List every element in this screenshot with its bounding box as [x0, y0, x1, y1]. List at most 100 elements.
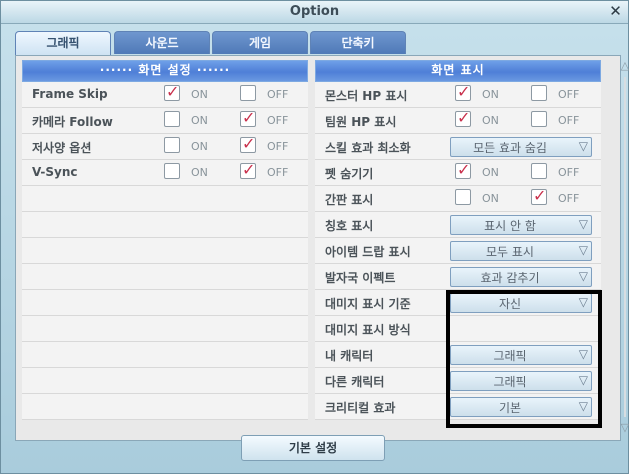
- right-label: 몬스터 HP 표시: [325, 89, 408, 103]
- chevron-down-icon[interactable]: ▽: [579, 139, 588, 153]
- screen-display-column: 화면 표시 몬스터 HP 표시 ✓ ON OFF 팀원 HP 표시 ✓ ON OFF 스킬 효과…: [315, 60, 601, 420]
- right-row: 아이템 드랍 표시 모두 표시 ▽: [315, 238, 601, 264]
- checkmark-icon: ✓: [242, 108, 256, 127]
- on-checkbox[interactable]: ✓: [164, 82, 180, 101]
- scrollbar[interactable]: △ ▽: [617, 60, 629, 434]
- right-row: 대미지 표시 기준 자신 ▽: [315, 290, 601, 316]
- close-icon[interactable]: ✕: [607, 3, 624, 20]
- title-bar: Option ✕: [1, 1, 628, 24]
- on-checkbox[interactable]: [455, 189, 471, 205]
- dropdown-value: 모든 효과 숨김: [473, 141, 547, 155]
- left-row: 저사양 옵션 ON ✓ OFF: [22, 134, 308, 160]
- on-option-label: ON: [482, 114, 499, 127]
- dropdown[interactable]: 표시 안 함 ▽: [450, 215, 592, 235]
- on-checkbox[interactable]: ✓: [455, 160, 471, 179]
- off-option-label: OFF: [267, 114, 289, 127]
- on-checkbox[interactable]: [164, 137, 180, 153]
- dropdown[interactable]: 기본 ▽: [450, 397, 592, 417]
- checkmark-icon: ✓: [533, 186, 547, 205]
- on-checkbox[interactable]: ✓: [455, 82, 471, 101]
- off-option-label: OFF: [558, 114, 580, 127]
- tab-game[interactable]: 게임: [212, 31, 308, 54]
- left-row: 카메라 Follow ON ✓ OFF: [22, 108, 308, 134]
- off-option-label: OFF: [267, 166, 289, 179]
- left-label: V-Sync: [32, 165, 78, 179]
- dropdown-value: 자신: [498, 297, 522, 311]
- off-checkbox[interactable]: [531, 85, 547, 101]
- right-row: 스킬 효과 최소화 모든 효과 숨김 ▽: [315, 134, 601, 160]
- dropdown[interactable]: 모든 효과 숨김 ▽: [450, 137, 592, 157]
- right-label: 스킬 효과 최소화: [325, 141, 411, 155]
- dropdown-value: 그래픽: [493, 375, 527, 389]
- dropdown[interactable]: 모두 표시 ▽: [450, 241, 592, 261]
- chevron-down-icon[interactable]: ▽: [579, 373, 588, 387]
- default-settings-button[interactable]: 기본 설정: [241, 435, 385, 461]
- on-option-label: ON: [191, 166, 208, 179]
- checkmark-icon: ✓: [457, 160, 471, 179]
- right-row: 펫 숨기기 ✓ ON OFF: [315, 160, 601, 186]
- tab-shortcuts[interactable]: 단축키: [310, 31, 406, 54]
- right-label: 팀원 HP 표시: [325, 115, 397, 129]
- empty-row: [22, 342, 308, 368]
- on-checkbox[interactable]: [164, 111, 180, 127]
- on-option-label: ON: [191, 88, 208, 101]
- tab-graphics[interactable]: 그래픽: [15, 31, 111, 56]
- off-checkbox[interactable]: ✓: [240, 160, 256, 179]
- dropdown-value: 그래픽: [493, 349, 527, 363]
- chevron-down-icon[interactable]: ▽: [579, 217, 588, 231]
- empty-row: [22, 368, 308, 394]
- right-row: 발자국 이펙트 효과 감추기 ▽: [315, 264, 601, 290]
- on-option-label: ON: [482, 88, 499, 101]
- scroll-down-icon[interactable]: ▽: [619, 422, 629, 434]
- empty-row: [22, 264, 308, 290]
- chevron-down-icon[interactable]: ▽: [579, 347, 588, 361]
- off-checkbox[interactable]: ✓: [240, 134, 256, 153]
- scroll-track[interactable]: [624, 77, 626, 417]
- dropdown[interactable]: 그래픽 ▽: [450, 371, 592, 391]
- dropdown-value: 모두 표시: [486, 245, 534, 259]
- screen-settings-column: ······ 화면 설정 ······ Frame Skip ✓ ON OFF 카메라 …: [22, 60, 308, 420]
- left-row: V-Sync ON ✓ OFF: [22, 160, 308, 186]
- checkmark-icon: ✓: [242, 134, 256, 153]
- on-option-label: ON: [191, 114, 208, 127]
- off-checkbox[interactable]: ✓: [531, 186, 547, 205]
- empty-row: [22, 186, 308, 212]
- off-checkbox[interactable]: [531, 111, 547, 127]
- right-row: 몬스터 HP 표시 ✓ ON OFF: [315, 82, 601, 108]
- dropdown[interactable]: 그래픽 ▽: [450, 345, 592, 365]
- off-checkbox[interactable]: [240, 85, 256, 101]
- dropdown[interactable]: 효과 감추기 ▽: [450, 267, 592, 287]
- checkmark-icon: ✓: [166, 82, 180, 101]
- tab-sound[interactable]: 사운드: [114, 31, 210, 54]
- dropdown[interactable]: 자신 ▽: [450, 293, 592, 313]
- checkmark-icon: ✓: [242, 160, 256, 179]
- off-checkbox[interactable]: [531, 163, 547, 179]
- dropdown-value: 표시 안 함: [484, 219, 536, 233]
- left-label: Frame Skip: [32, 87, 108, 101]
- dropdown-value: 효과 감추기: [480, 271, 540, 285]
- checkmark-icon: ✓: [457, 82, 471, 101]
- off-checkbox[interactable]: ✓: [240, 108, 256, 127]
- right-row: 대미지 표시 방식: [315, 316, 601, 342]
- right-label: 발자국 이펙트: [325, 271, 396, 285]
- chevron-down-icon[interactable]: ▽: [579, 243, 588, 257]
- option-window: Option ✕ 그래픽 사운드 게임 단축키 ······ 화면 설정 ···…: [0, 0, 629, 474]
- right-label: 다른 캐릭터: [325, 375, 385, 389]
- scroll-up-icon[interactable]: △: [619, 60, 629, 72]
- right-label: 대미지 표시 기준: [325, 297, 411, 311]
- right-row: 다른 캐릭터 그래픽 ▽: [315, 368, 601, 394]
- chevron-down-icon[interactable]: ▽: [579, 269, 588, 283]
- right-label: 펫 숨기기: [325, 167, 374, 181]
- right-row: 칭호 표시 표시 안 함 ▽: [315, 212, 601, 238]
- chevron-down-icon[interactable]: ▽: [579, 295, 588, 309]
- empty-row: [22, 212, 308, 238]
- on-checkbox[interactable]: [164, 163, 180, 179]
- on-checkbox[interactable]: ✓: [455, 108, 471, 127]
- right-row: 간판 표시 ON ✓ OFF: [315, 186, 601, 212]
- on-option-label: ON: [482, 192, 499, 205]
- right-label: 칭호 표시: [325, 219, 374, 233]
- right-row: 크리티컬 효과 기본 ▽: [315, 394, 601, 420]
- chevron-down-icon[interactable]: ▽: [579, 399, 588, 413]
- off-option-label: OFF: [267, 140, 289, 153]
- off-option-label: OFF: [558, 192, 580, 205]
